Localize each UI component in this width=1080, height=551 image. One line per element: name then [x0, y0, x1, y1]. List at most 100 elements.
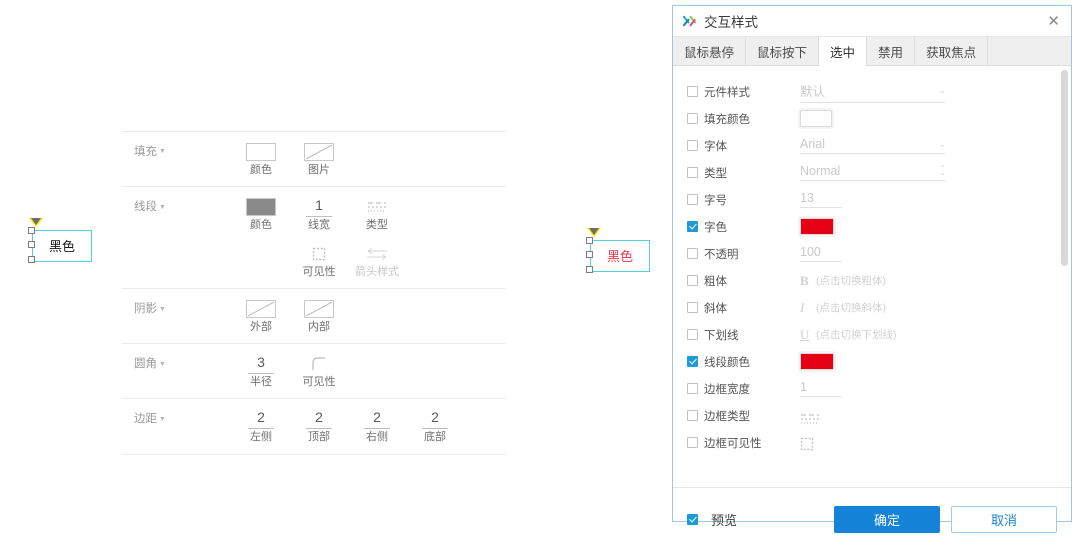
- resize-handle-tl[interactable]: [586, 237, 593, 244]
- line-color-swatch-icon[interactable]: 颜色: [232, 198, 290, 231]
- rotate-handle-icon[interactable]: [29, 218, 43, 227]
- image-icon-glyph: [304, 143, 334, 161]
- option-control: [800, 437, 1071, 450]
- chevron-down-icon[interactable]: ▼: [159, 361, 166, 368]
- color-swatch-5[interactable]: [800, 218, 834, 235]
- rotate-handle-icon[interactable]: [587, 228, 601, 237]
- number-input-4[interactable]: 13: [800, 191, 842, 208]
- resize-handle-ml[interactable]: [28, 241, 35, 248]
- spinner-arrows-icon[interactable]: ⌃ ⌄: [939, 165, 946, 177]
- widget-left-box[interactable]: 黑色: [32, 230, 92, 262]
- visibility-icon[interactable]: 可见性: [290, 245, 348, 278]
- scrollbar-thumb[interactable]: [1061, 70, 1068, 266]
- number-input-11[interactable]: 1: [800, 380, 842, 397]
- padding-bottom-icon[interactable]: 2 底部: [406, 410, 464, 443]
- checkbox-11[interactable]: [687, 383, 698, 394]
- underline-toggle-icon[interactable]: U: [800, 327, 816, 343]
- resize-handle-tl[interactable]: [28, 227, 35, 234]
- resize-handle-bl[interactable]: [28, 256, 35, 263]
- resize-handle-bl[interactable]: [586, 266, 593, 273]
- border-type-icon[interactable]: [800, 412, 820, 424]
- interaction-style-dialog: 交互样式 ✕ 鼠标悬停 鼠标按下 选中 禁用 获取焦点 元件样式 默认 ⌄ 填充颜色 字体 Ari…: [672, 5, 1072, 533]
- preview-checkbox[interactable]: 预览: [687, 510, 834, 529]
- line-width-icon-value[interactable]: 1: [306, 198, 332, 217]
- padding-bottom-icon-value[interactable]: 2: [422, 410, 448, 429]
- inner-shadow-icon[interactable]: 内部: [290, 300, 348, 333]
- image-icon[interactable]: 图片: [290, 143, 348, 176]
- tab-0[interactable]: 鼠标悬停: [673, 37, 747, 65]
- image-icon-caption: 图片: [308, 164, 330, 176]
- checkbox-13[interactable]: [687, 437, 698, 448]
- axure-logo-icon: [682, 15, 697, 26]
- fill-color-swatch[interactable]: [800, 110, 832, 127]
- padding-top-icon[interactable]: 2 顶部: [290, 410, 348, 443]
- number-input-6[interactable]: 100: [800, 245, 842, 262]
- border-visibility-icon[interactable]: [800, 437, 814, 450]
- italic-toggle-icon[interactable]: I: [800, 300, 816, 316]
- option-label: 不透明: [704, 248, 739, 261]
- canvas-widget-left[interactable]: 黑色: [20, 218, 116, 278]
- checkbox-7[interactable]: [687, 275, 698, 286]
- chevron-down-icon[interactable]: ▼: [159, 204, 166, 211]
- canvas-widget-right[interactable]: 黑色: [578, 228, 674, 288]
- chevron-down-icon[interactable]: ▼: [159, 148, 166, 155]
- style-row-label[interactable]: 边距 ▼: [122, 410, 232, 443]
- padding-left-icon-value[interactable]: 2: [248, 410, 274, 429]
- padding-right-icon[interactable]: 2 右侧: [348, 410, 406, 443]
- dialog-scrollbar[interactable]: [1061, 70, 1068, 482]
- widget-right-box[interactable]: 黑色: [590, 240, 650, 272]
- checkbox-1[interactable]: [687, 113, 698, 124]
- corner-radius-icon[interactable]: 3 半径: [232, 355, 290, 388]
- padding-right-icon-value[interactable]: 2: [364, 410, 390, 429]
- style-row-label[interactable]: 阴影 ▼: [122, 300, 232, 333]
- select-2[interactable]: Arial ⌄: [800, 137, 946, 154]
- style-row-label[interactable]: 线段 ▼: [122, 198, 232, 278]
- line-type-icon[interactable]: 类型: [348, 198, 406, 231]
- chevron-down-icon[interactable]: ⌄: [938, 139, 946, 150]
- tab-3[interactable]: 禁用: [867, 37, 916, 65]
- style-row-label[interactable]: 圆角 ▼: [122, 355, 232, 388]
- checkbox-6[interactable]: [687, 248, 698, 259]
- option-label: 字体: [704, 140, 727, 153]
- style-row-3: 圆角 ▼ 3 半径 可见性: [122, 344, 506, 400]
- arrow-style-icon[interactable]: 箭头样式: [348, 245, 406, 278]
- chevron-down-icon[interactable]: ▼: [159, 416, 166, 423]
- tab-4[interactable]: 获取焦点: [915, 37, 989, 65]
- style-row-4: 边距 ▼ 2 左侧 2 顶部 2 右侧 2 底部: [122, 399, 506, 455]
- rect-swatch-icon[interactable]: 颜色: [232, 143, 290, 176]
- checkbox-8[interactable]: [687, 302, 698, 313]
- style-row-label[interactable]: 填充 ▼: [122, 143, 232, 176]
- bold-toggle-icon[interactable]: B: [800, 273, 816, 289]
- option-control: 100: [800, 245, 1071, 262]
- checkbox-3[interactable]: [687, 167, 698, 178]
- select-0[interactable]: 默认 ⌄: [800, 81, 946, 103]
- preview-checkbox-box[interactable]: [687, 514, 698, 525]
- chevron-down-icon[interactable]: ▼: [159, 306, 166, 313]
- checkbox-2[interactable]: [687, 140, 698, 151]
- cancel-button[interactable]: 取消: [951, 506, 1057, 533]
- padding-left-icon[interactable]: 2 左侧: [232, 410, 290, 443]
- line-type-icon-caption: 类型: [366, 219, 388, 232]
- tab-2[interactable]: 选中: [819, 37, 868, 66]
- close-icon[interactable]: ✕: [1044, 14, 1063, 29]
- padding-top-icon-value[interactable]: 2: [306, 410, 332, 429]
- checkbox-10[interactable]: [687, 356, 698, 367]
- color-swatch-10[interactable]: [800, 353, 834, 370]
- spinner-3[interactable]: Normal ⌃ ⌄: [800, 164, 946, 181]
- checkbox-0[interactable]: [687, 86, 698, 97]
- corner-visibility-icon[interactable]: 可见性: [290, 355, 348, 388]
- checkbox-5[interactable]: [687, 221, 698, 232]
- select-value: Arial: [800, 137, 826, 151]
- resize-handle-ml[interactable]: [586, 251, 593, 258]
- line-width-icon[interactable]: 1 线宽: [290, 198, 348, 231]
- checkbox-12[interactable]: [687, 410, 698, 421]
- checkbox-4[interactable]: [687, 194, 698, 205]
- option-label: 字色: [704, 221, 727, 234]
- tab-1[interactable]: 鼠标按下: [746, 37, 820, 65]
- outer-shadow-icon[interactable]: 外部: [232, 300, 290, 333]
- corner-radius-icon-value[interactable]: 3: [248, 355, 274, 374]
- chevron-down-icon[interactable]: ⌄: [938, 85, 946, 96]
- checkbox-9[interactable]: [687, 329, 698, 340]
- ok-button[interactable]: 确定: [834, 506, 940, 533]
- style-option-row: 字号 13: [673, 186, 1071, 213]
